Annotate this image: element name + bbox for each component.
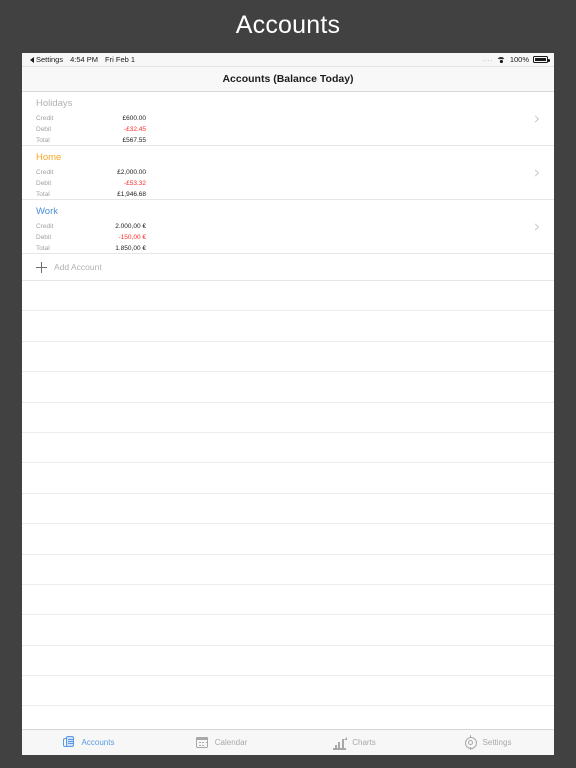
account-amount-value: £600.00 — [122, 115, 147, 122]
empty-table-row — [22, 342, 554, 373]
account-amount-label: Total — [36, 191, 50, 198]
status-back-button[interactable]: Settings — [30, 55, 63, 64]
gear-icon — [464, 735, 478, 750]
status-back-label: Settings — [36, 55, 64, 64]
navigation-bar: Accounts (Balance Today) — [22, 67, 554, 92]
battery-full-icon — [533, 56, 550, 63]
signal-dots-icon: .... — [482, 56, 493, 63]
wifi-icon — [496, 56, 506, 63]
empty-table-row — [22, 646, 554, 677]
add-account-label: Add Account — [54, 262, 102, 272]
coins-icon — [62, 736, 77, 750]
plus-icon — [36, 261, 47, 273]
tab-bar: Accounts Calendar Charts Settings — [22, 729, 554, 755]
account-amount-label: Debit — [36, 234, 52, 241]
account-amount-label: Credit — [36, 223, 54, 230]
empty-table-row — [22, 281, 554, 312]
account-amount-line: Debit -150,00 € — [36, 232, 554, 243]
empty-table-row — [22, 311, 554, 342]
account-amount-label: Credit — [36, 169, 54, 176]
account-amount-value: £567.55 — [122, 137, 147, 144]
account-amount-value: £2,000.00 — [117, 169, 146, 176]
device-screen: Settings 4:54 PM Fri Feb 1 .... 100% Acc… — [22, 53, 554, 755]
empty-table-row — [22, 615, 554, 646]
tab-calendar[interactable]: Calendar — [155, 736, 288, 750]
account-amount-label: Debit — [36, 180, 52, 187]
account-amount-value: 2.000,00 € — [115, 223, 146, 230]
account-name: Work — [36, 206, 58, 217]
empty-table-row — [22, 433, 554, 464]
empty-table-row — [22, 555, 554, 585]
account-amount-line: Credit £2,000.00 — [36, 167, 554, 178]
status-bar: Settings 4:54 PM Fri Feb 1 .... 100% — [22, 53, 554, 67]
tab-charts[interactable]: Charts — [288, 736, 421, 750]
account-amount-value: -£32.45 — [123, 126, 146, 133]
account-amount-value: 1.850,00 € — [115, 245, 146, 252]
tab-accounts[interactable]: Accounts — [22, 736, 155, 750]
battery-percent-label: 100% — [509, 55, 529, 64]
account-row[interactable]: Holidays Credit £600.00 Debit -£32.45 Total £5… — [22, 92, 554, 146]
tab-label: Settings — [482, 738, 512, 747]
account-amount-label: Credit — [36, 115, 54, 122]
account-name: Holidays — [36, 98, 73, 109]
tab-settings[interactable]: Settings — [421, 735, 554, 750]
empty-table-row — [22, 585, 554, 616]
account-row[interactable]: Work Credit 2.000,00 € Debit -150,00 € Total 1… — [22, 200, 554, 254]
account-row[interactable]: Home Credit £2,000.00 Debit -£53.32 Total £1,9… — [22, 146, 554, 200]
account-amount-label: Total — [36, 137, 50, 144]
calendar-icon — [196, 736, 210, 750]
empty-table-row — [22, 494, 554, 525]
account-amount-line: Debit -£53.32 — [36, 178, 554, 189]
account-amount-line: Total 1.850,00 € — [36, 243, 554, 254]
tab-label: Accounts — [81, 738, 115, 747]
navigation-title: Accounts (Balance Today) — [222, 73, 354, 85]
account-amount-line: Total £1,946.68 — [36, 189, 554, 200]
account-amount-line: Total £567.55 — [36, 135, 554, 146]
empty-table-row — [22, 463, 554, 494]
status-date: Fri Feb 1 — [105, 55, 136, 64]
account-amount-value: -£53.32 — [123, 180, 146, 187]
account-name: Home — [36, 152, 62, 163]
account-amount-label: Debit — [36, 126, 52, 133]
add-account-row[interactable]: Add Account — [22, 254, 554, 281]
empty-table-row — [22, 372, 554, 403]
empty-table-row — [22, 524, 554, 555]
account-amount-line: Credit 2.000,00 € — [36, 221, 554, 232]
empty-table-row — [22, 676, 554, 707]
account-amount-label: Total — [36, 245, 50, 252]
bar-chart-icon — [333, 736, 347, 750]
tab-label: Calendar — [214, 738, 248, 747]
back-triangle-icon — [30, 56, 34, 63]
status-time: 4:54 PM — [70, 55, 99, 64]
empty-table-row — [22, 403, 554, 433]
account-amount-value: -150,00 € — [118, 234, 146, 241]
account-amount-line: Credit £600.00 — [36, 113, 554, 124]
account-amount-value: £1,946.68 — [117, 191, 146, 198]
account-amount-line: Debit -£32.45 — [36, 124, 554, 135]
page-title: Accounts — [235, 10, 341, 39]
accounts-table: Holidays Credit £600.00 Debit -£32.45 Total £5… — [22, 92, 554, 737]
tab-label: Charts — [352, 738, 376, 747]
